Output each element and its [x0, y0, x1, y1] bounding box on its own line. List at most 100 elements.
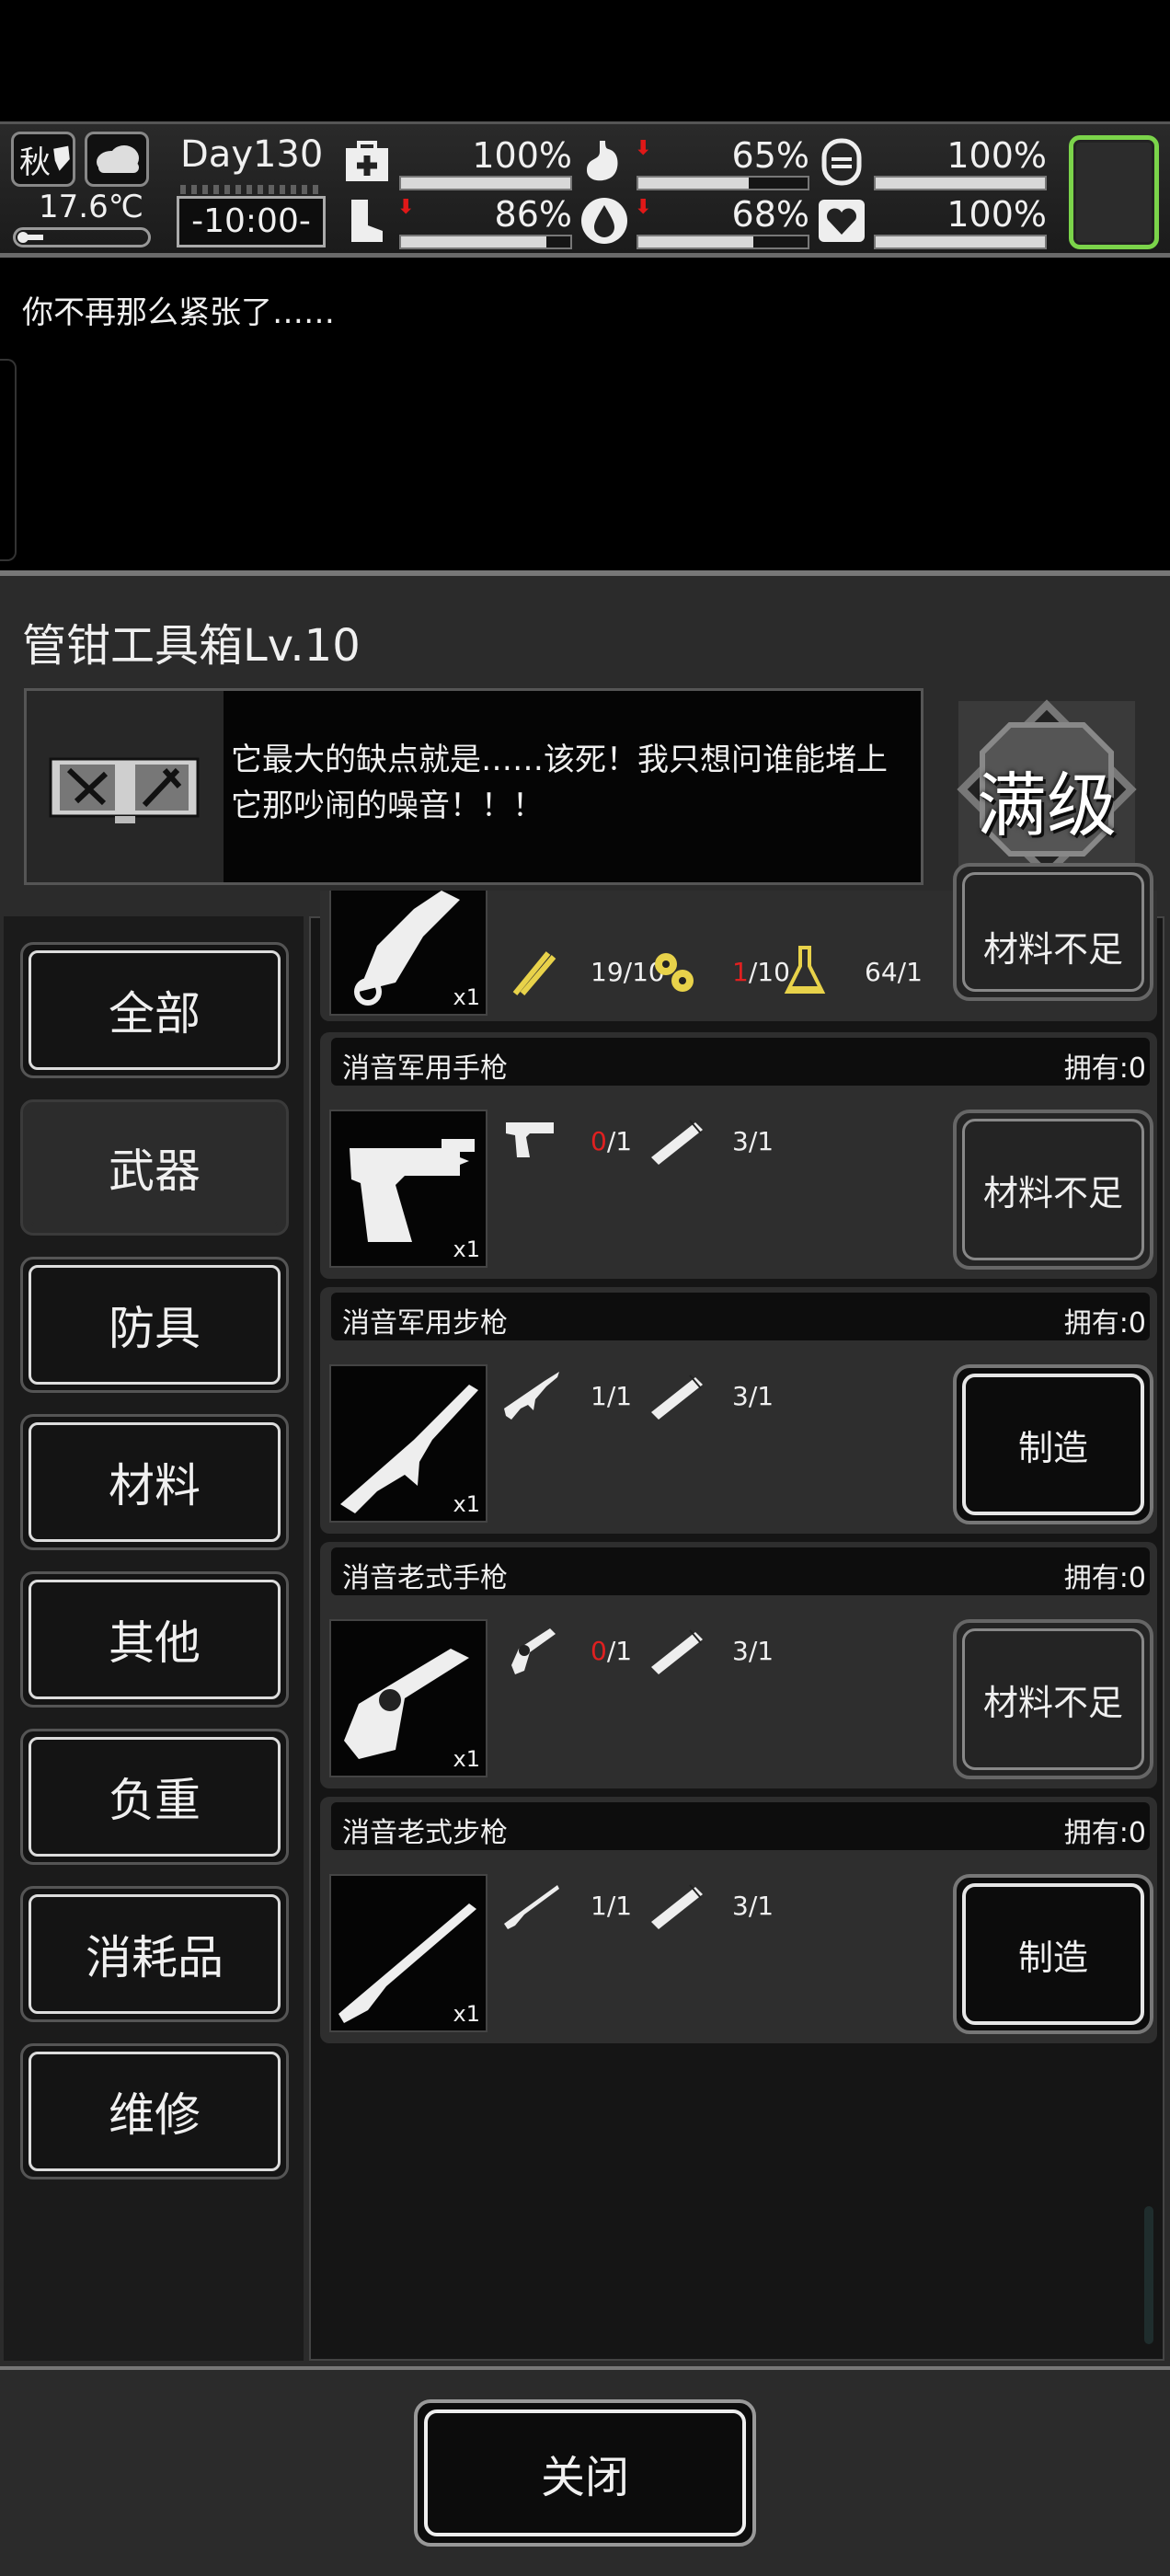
recipe-item: 消音老式手枪 拥有:0 x1 材料不足 0/1 3/1	[320, 1542, 1157, 1788]
recipe-header: 消音老式步枪 拥有:0	[331, 1802, 1150, 1850]
stat-mood: 100%	[817, 133, 1047, 192]
panel-title: 管钳工具箱Lv.10	[22, 620, 361, 672]
stat-value: 86%	[494, 194, 572, 235]
weather-badge	[85, 132, 149, 187]
category-tab-6[interactable]: 消耗品	[20, 1886, 289, 2022]
item-quantity: x1	[453, 2001, 480, 2027]
category-label: 武器	[109, 1144, 201, 1198]
material-count: 3/1	[732, 1891, 774, 1921]
category-label: 全部	[109, 987, 201, 1041]
face-icon	[817, 137, 866, 187]
stat-value: 100%	[946, 194, 1047, 235]
material-count: 0/1	[591, 1126, 633, 1156]
boot-icon	[342, 196, 392, 246]
leaf-icon	[53, 145, 70, 171]
event-message: 你不再那么紧张了……	[22, 294, 335, 331]
crafting-panel: 管钳工具箱Lv.10 它最大的缺点就是……该死！我只想问谁能堵上它那吵闹的噪音！…	[0, 570, 1170, 2576]
material-count: 1/1	[591, 1381, 633, 1411]
down-arrow-icon: ⬇	[635, 137, 652, 160]
equipped-slot[interactable]	[1069, 135, 1159, 249]
material-count: 3/1	[732, 1381, 774, 1411]
category-tab-3[interactable]: 材料	[20, 1414, 289, 1550]
stat-bar	[637, 176, 809, 190]
category-label: 维修	[109, 2088, 201, 2142]
owned-count: 拥有:0	[1063, 1817, 1146, 1849]
owned-count: 拥有:0	[1063, 1052, 1146, 1085]
season-label: 秋	[19, 144, 51, 181]
recipe-item: 消音军用步枪 拥有:0 x1 制造 1/1 3/1	[320, 1287, 1157, 1534]
craft-button-label: 制造	[1017, 1937, 1088, 1978]
craft-button-label: 材料不足	[982, 1172, 1123, 1213]
recipe-list[interactable]: x1 19/10 1/10 64/1 材料不足 消音军用手枪 拥有:0 x1 材料不足 0/…	[309, 863, 1164, 2361]
stat-hunger: ⬇ 65%	[579, 133, 809, 192]
temperature: 17.6℃	[39, 189, 143, 225]
item-thumb: x1	[329, 1110, 488, 1268]
down-arrow-icon: ⬇	[635, 196, 652, 219]
category-label: 负重	[109, 1774, 201, 1827]
recipe-header: 消音军用手枪 拥有:0	[331, 1038, 1150, 1086]
craft-button-disabled[interactable]: 材料不足	[953, 1619, 1153, 1779]
recipe-name: 消音老式手枪	[342, 1562, 508, 1594]
category-tab-0[interactable]: 全部	[20, 942, 289, 1078]
category-tab-1[interactable]: 武器	[20, 1099, 289, 1236]
stat-value: 100%	[472, 135, 572, 176]
item-thumb: x1	[329, 891, 488, 1016]
item-thumb: x1	[329, 1874, 488, 2032]
recipe-name: 消音老式步枪	[342, 1817, 508, 1849]
stat-thirst: ⬇ 68%	[579, 192, 809, 251]
heart-icon	[817, 196, 866, 246]
category-tab-2[interactable]: 防具	[20, 1257, 289, 1393]
max-level-label: 满级	[977, 765, 1117, 846]
max-level-badge: 满级	[955, 697, 1139, 881]
thermometer-icon	[13, 227, 151, 247]
owned-count: 拥有:0	[1063, 1307, 1146, 1340]
category-tab-7[interactable]: 维修	[20, 2043, 289, 2179]
recipe-name: 消音军用手枪	[342, 1052, 508, 1085]
cloud-icon	[97, 145, 139, 173]
recipe-header: 消音军用步枪 拥有:0	[331, 1293, 1150, 1340]
water-drop-icon	[579, 196, 629, 246]
toolbox-description: 它最大的缺点就是……该死！我只想问谁能堵上它那吵闹的噪音！！！	[24, 688, 923, 885]
stat-bar	[874, 176, 1047, 190]
stat-value: 68%	[731, 194, 809, 235]
medkit-icon	[342, 137, 392, 187]
category-sidebar: 全部武器防具材料其他负重消耗品维修	[4, 916, 304, 2361]
stat-health: 100%	[342, 133, 572, 192]
category-tab-5[interactable]: 负重	[20, 1729, 289, 1865]
craft-button-label: 材料不足	[982, 928, 1123, 970]
scrollbar[interactable]	[1144, 2206, 1153, 2344]
craft-button[interactable]: 制造	[953, 1874, 1153, 2034]
down-arrow-icon: ⬇	[397, 196, 415, 219]
craft-button-disabled[interactable]: 材料不足	[953, 1110, 1153, 1270]
craft-button-label: 制造	[1017, 1427, 1088, 1468]
material-count: 0/1	[591, 1636, 633, 1666]
stat-stamina: ⬇ 86%	[342, 192, 572, 251]
panel-footer: 关闭	[0, 2366, 1170, 2576]
category-tab-4[interactable]: 其他	[20, 1571, 289, 1708]
recipe-item: 消音军用手枪 拥有:0 x1 材料不足 0/1 3/1	[320, 1032, 1157, 1279]
category-label: 其他	[109, 1616, 201, 1670]
item-quantity: x1	[453, 984, 480, 1010]
craft-button-label: 材料不足	[982, 1682, 1123, 1723]
close-button[interactable]: 关闭	[414, 2399, 756, 2547]
category-label: 防具	[109, 1302, 201, 1355]
stat-bar	[399, 235, 572, 249]
stat-heart: 100%	[817, 192, 1047, 251]
stomach-icon	[579, 137, 629, 187]
toolbox-icon	[27, 691, 224, 882]
category-label: 材料	[109, 1459, 201, 1512]
material-count: 64/1	[865, 957, 923, 987]
item-quantity: x1	[453, 1746, 480, 1772]
crafting-content: 全部 武器 防具 材料 其他 负重 消耗品 维修 x1 19/10 1/10 64/1 材料不足 …	[0, 863, 1170, 2361]
item-quantity: x1	[453, 1236, 480, 1262]
stat-bar	[637, 235, 809, 249]
recipe-header: 消音老式手枪 拥有:0	[331, 1547, 1150, 1595]
close-button-label: 关闭	[540, 2452, 629, 2503]
left-drawer-handle[interactable]	[0, 359, 17, 561]
season-badge: 秋	[11, 132, 75, 187]
description-text: 它最大的缺点就是……该死！我只想问谁能堵上它那吵闹的噪音！！！	[231, 742, 888, 824]
game-clock: -10:00-	[177, 196, 326, 247]
craft-button[interactable]: 制造	[953, 1364, 1153, 1524]
craft-button-disabled[interactable]: 材料不足	[953, 863, 1153, 1001]
owned-count: 拥有:0	[1063, 1562, 1146, 1594]
